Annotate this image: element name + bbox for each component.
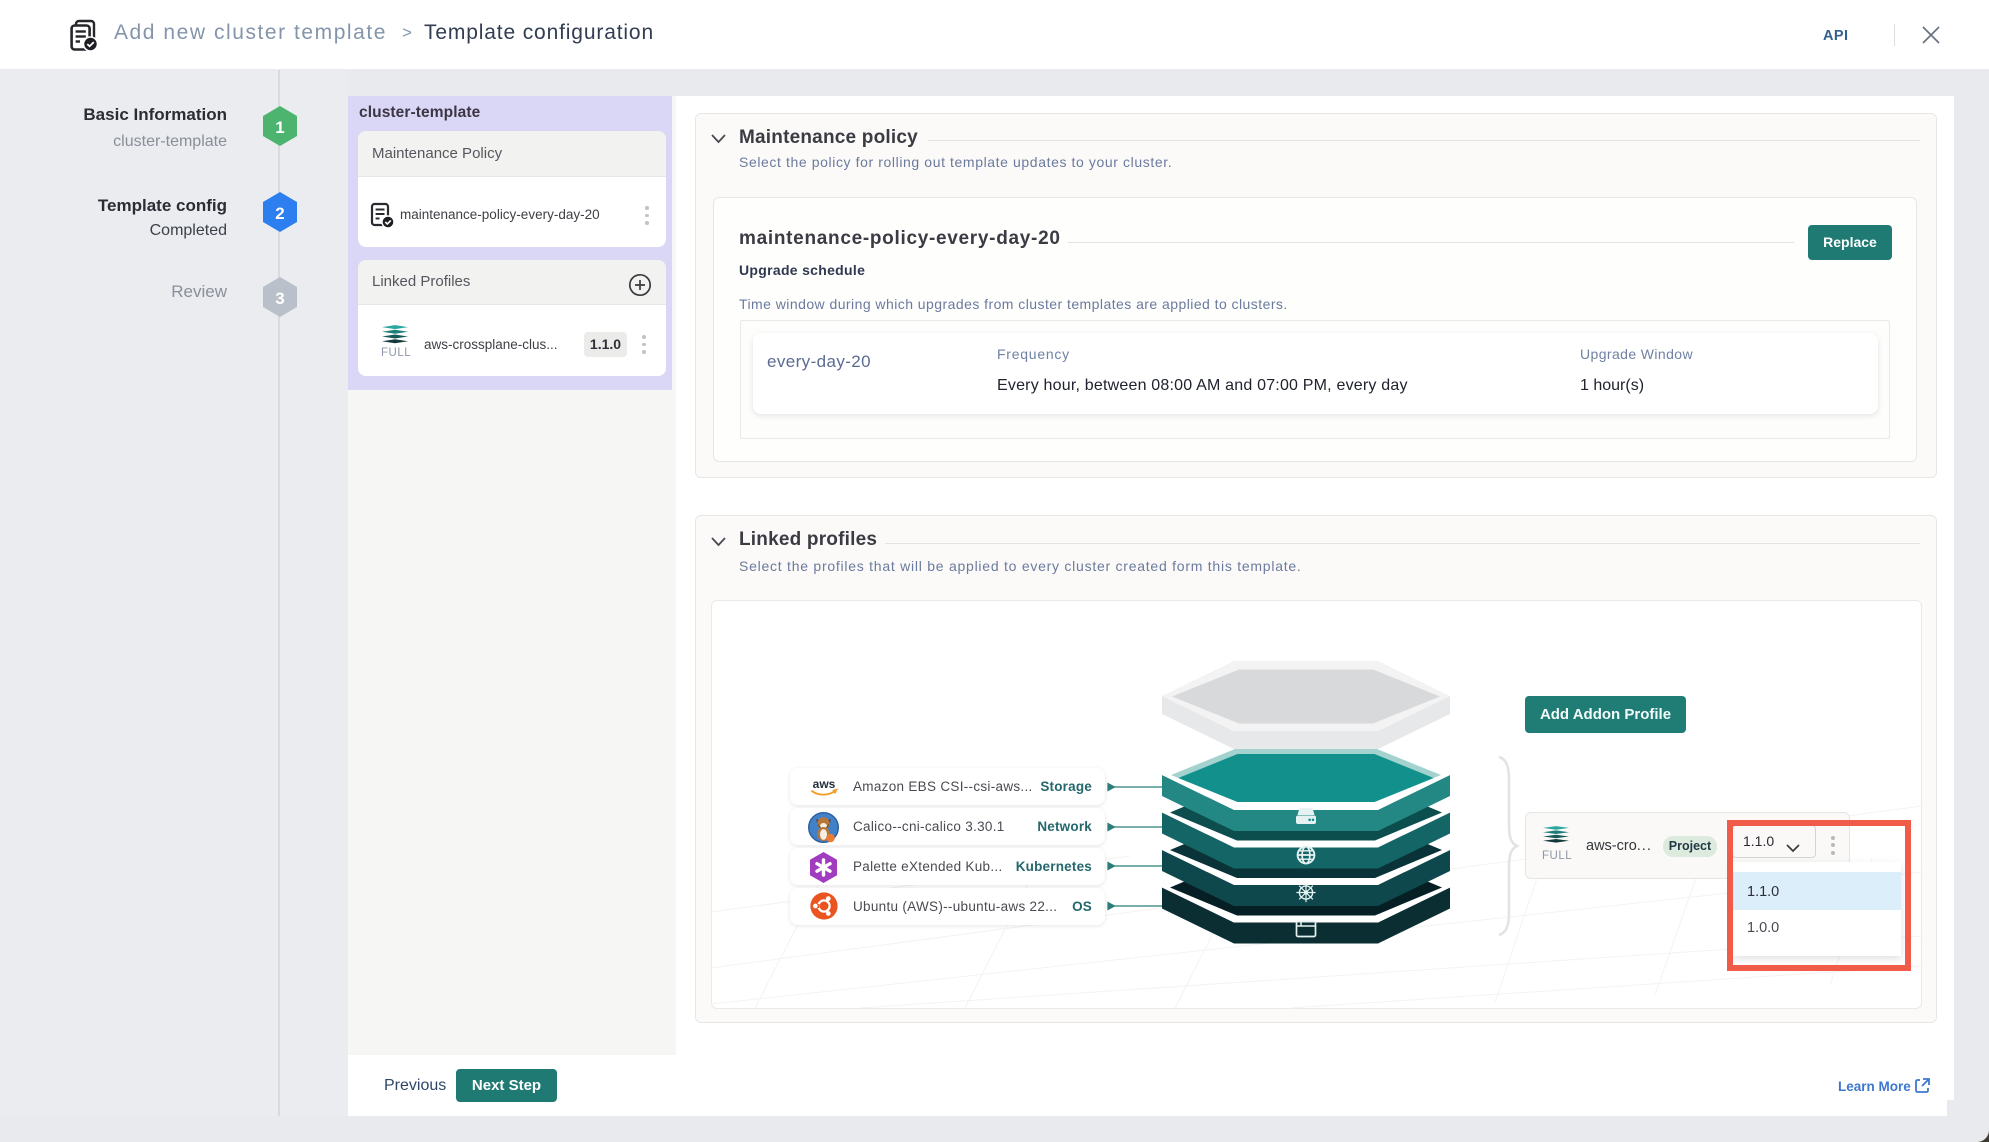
svg-text:1: 1 (275, 118, 284, 137)
svg-text:2: 2 (275, 204, 284, 223)
svg-text:aws: aws (813, 777, 836, 791)
svg-text:3: 3 (275, 289, 284, 308)
